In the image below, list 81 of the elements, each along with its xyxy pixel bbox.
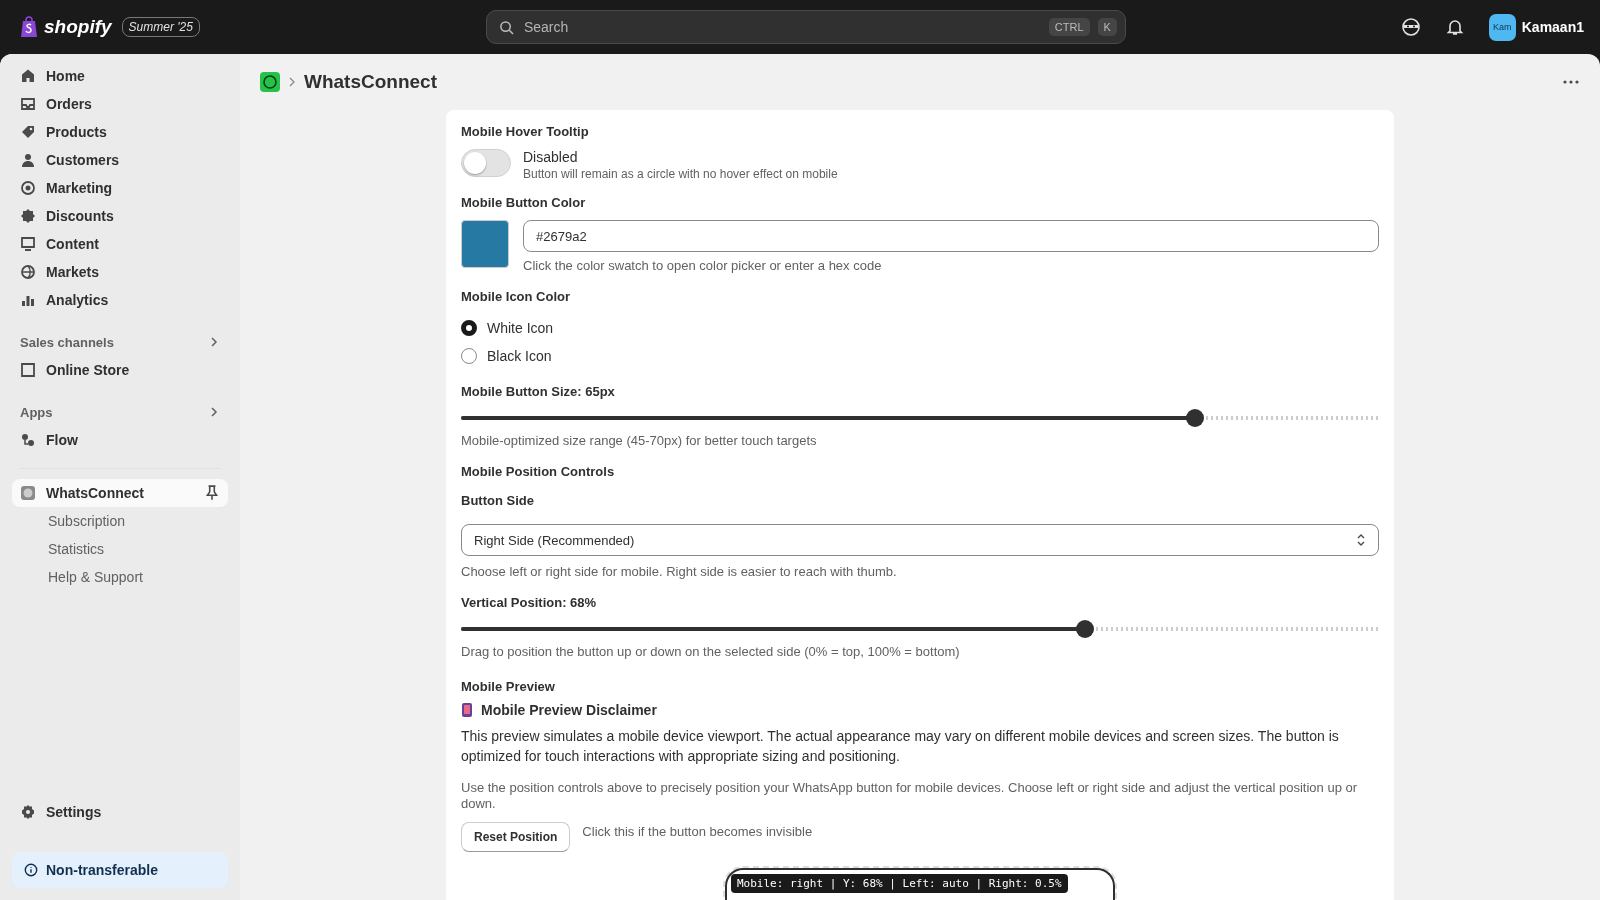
help-text: Click this if the button becomes invisible [582, 824, 813, 839]
search-field[interactable]: Search [521, 18, 1041, 36]
sidebar-subitem[interactable]: Help & Support [12, 563, 228, 591]
help-text: Click the color swatch to open color picker or enter a hex code [523, 258, 883, 273]
app-icon [20, 485, 36, 501]
color-swatch[interactable] [461, 220, 509, 268]
sidebar-item[interactable]: Marketing [12, 174, 228, 202]
gear-icon [20, 804, 36, 820]
radio-label: Black Icon [487, 348, 552, 364]
breadcrumb-chevron-icon [288, 77, 296, 87]
user-menu[interactable]: Kam Kamaan1 [1488, 13, 1584, 41]
sidebar-item[interactable]: Discounts [12, 202, 228, 230]
notification-bell-icon[interactable] [1444, 17, 1465, 37]
sidebar-item[interactable]: Markets [12, 258, 228, 286]
help-text: Drag to position the button up or down on the selected side (0% = top, 100% = bottom) [461, 644, 961, 659]
nav-icon [20, 152, 36, 168]
slider-thumb[interactable] [1076, 620, 1095, 638]
sidebar-item[interactable]: Flow [12, 426, 228, 454]
reset-position-button[interactable]: Reset Position [461, 822, 571, 852]
disclaimer-text: This preview simulates a mobile device viewport. The actual appearance may vary on different mobile devices and screen sizes. The button is optimized for touch interactions with appropriate sizing and positioning. [461, 727, 1340, 766]
sidebar-item[interactable]: Orders [12, 90, 228, 118]
user-avatar: Kam [1488, 13, 1516, 41]
radio-label: White Icon [487, 320, 554, 336]
side-select[interactable]: Right Side (Recommended) [461, 524, 1379, 556]
section-heading: Mobile Preview [461, 679, 556, 694]
nav-icon [20, 68, 36, 84]
search-bar[interactable]: Search CTRL K [485, 10, 1126, 44]
nav-icon [20, 96, 36, 112]
page-title: WhatsConnect [304, 71, 437, 93]
sidebar-subitem[interactable]: Subscription [12, 507, 228, 535]
field-label: Mobile Button Size: 65px [461, 384, 616, 399]
store-icon [20, 362, 36, 378]
shortcut-key: K [1097, 18, 1117, 36]
sidebar-item[interactable]: Products [12, 118, 228, 146]
field-label: Mobile Button Color [461, 195, 587, 210]
select-arrows-icon [1356, 533, 1366, 547]
chevron-right-icon[interactable] [208, 336, 220, 348]
field-label: Vertical Position: 68% [461, 595, 598, 610]
field-label: Mobile Hover Tooltip [461, 124, 590, 139]
sidebar-item[interactable]: WhatsConnect [12, 479, 228, 507]
brand-logo[interactable]: shopify [20, 16, 112, 38]
pin-icon[interactable] [204, 485, 220, 501]
help-text: Mobile-optimized size range (45-70px) for better touch targets [461, 433, 818, 448]
app-logo-icon [260, 72, 280, 92]
help-text: Use the position controls above to precisely position your WhatsApp button for mobile devices. Choose left or right side and adjust the vertical position up or down. [461, 780, 1359, 812]
nav-icon [20, 208, 36, 224]
toggle-state: Disabled [523, 149, 579, 165]
section-heading: Mobile Position Controls [461, 464, 616, 479]
nav-icon [20, 236, 36, 252]
sidebar-item[interactable]: Online Store [12, 356, 228, 384]
sidebar-item[interactable]: Customers [12, 146, 228, 174]
radio-button[interactable] [461, 320, 477, 336]
flow-icon [20, 432, 36, 448]
phone-icon [461, 703, 473, 717]
toggle-switch[interactable] [461, 149, 511, 177]
help-text: Choose left or right side for mobile. Right side is easier to reach with thumb. [461, 564, 898, 579]
field-label: Button Side [461, 493, 535, 508]
nav-icon [20, 264, 36, 280]
sidebar-item[interactable]: Content [12, 230, 228, 258]
nav-icon [20, 180, 36, 196]
disclaimer-title: Mobile Preview Disclaimer [481, 702, 657, 718]
section-heading: Apps [20, 404, 53, 420]
sidebar-item[interactable]: Home [12, 62, 228, 90]
sidebar-subitem[interactable]: Statistics [12, 535, 228, 563]
sidebar-item[interactable]: Settings [12, 798, 228, 826]
position-readout: Mobile: right | Y: 68% | Left: auto | Right: 0.5% [731, 874, 1068, 893]
slider-thumb[interactable] [1186, 409, 1205, 427]
search-icon [498, 19, 514, 35]
masked-face-icon[interactable] [1400, 17, 1421, 37]
more-options-icon[interactable] [1562, 79, 1580, 85]
nav-icon [20, 124, 36, 140]
chevron-right-icon[interactable] [208, 406, 220, 418]
shortcut-key: CTRL [1048, 18, 1090, 36]
sidebar-item[interactable]: Analytics [12, 286, 228, 314]
help-text: Button will remain as a circle with no hover effect on mobile [523, 167, 838, 181]
hex-input[interactable]: #2679a2 [523, 220, 1379, 252]
section-heading: Sales channels [20, 334, 114, 350]
notice-banner: Non-transferable [12, 852, 228, 888]
field-label: Mobile Icon Color [461, 289, 572, 304]
info-icon [24, 863, 38, 877]
edition-badge: Summer '25 [121, 17, 200, 37]
